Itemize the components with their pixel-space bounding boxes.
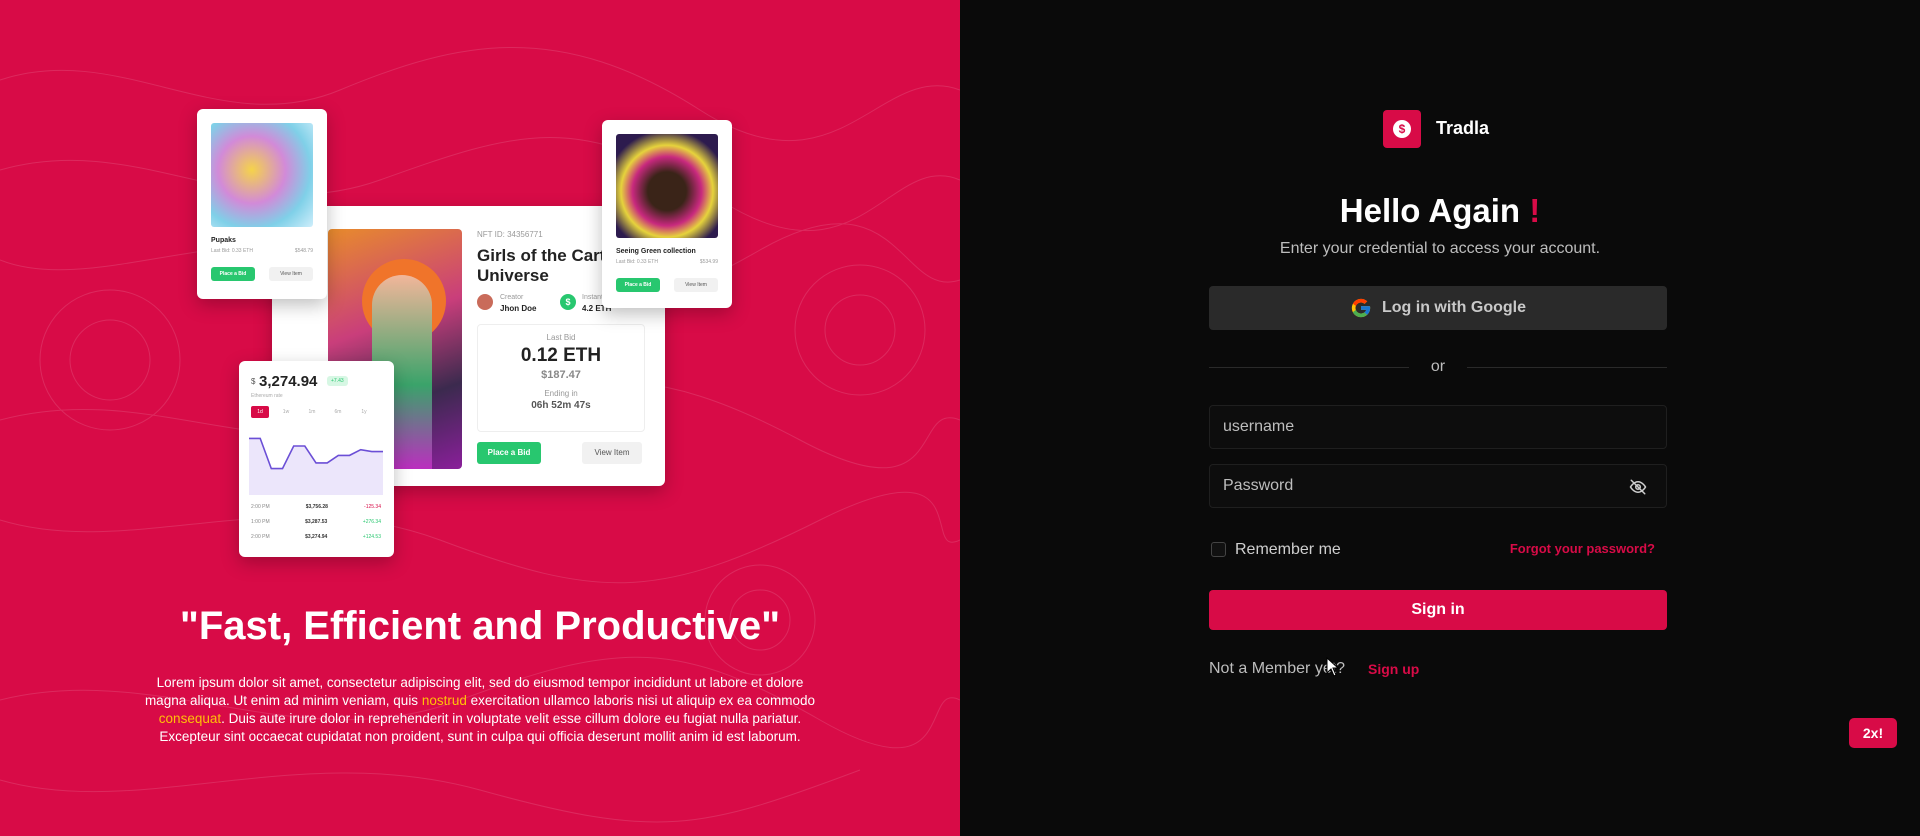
seeing-green-title: Seeing Green collection (616, 248, 696, 255)
showcase-panel: NFT ID: 34356771 Girls of the Cartoon Un… (0, 0, 960, 836)
price-row-time: 2:00 PM (251, 533, 270, 540)
graph-tab-1w[interactable]: 1w (277, 406, 295, 418)
sign-up-link[interactable]: Sign up (1368, 661, 1419, 677)
price-row: 2:00 PM $3,756.28 -125.34 (251, 499, 381, 514)
graph-tab-6m[interactable]: 6m (329, 406, 347, 418)
tagline-description: Lorem ipsum dolor sit amet, consectetur … (140, 674, 820, 746)
view-item-button[interactable]: View Item (582, 442, 642, 464)
price-row: 2:00 PM $3,274.94 +124.53 (251, 529, 381, 544)
graph-tab-1y[interactable]: 1y (355, 406, 373, 418)
google-login-label: Log in with Google (1382, 299, 1526, 316)
google-login-button[interactable]: Log in with Google (1209, 286, 1667, 330)
password-input[interactable] (1210, 465, 1666, 507)
price-row-time: 2:00 PM (251, 503, 270, 510)
remember-me-label: Remember me (1235, 541, 1341, 558)
or-divider-text: or (1430, 358, 1446, 375)
login-heading: Hello Again ! (960, 192, 1920, 230)
pupaks-title: Pupaks (211, 237, 236, 244)
seeing-green-value: $534.99 (699, 259, 718, 265)
price-row-value: $3,287.53 (305, 518, 328, 525)
mouse-cursor-icon (1326, 657, 1340, 677)
price-area (249, 438, 383, 495)
description-text-2: exercitation ullamco laboris nisi ut ali… (466, 693, 816, 708)
description-highlight-2: consequat (158, 711, 222, 726)
seeing-green-view-item-button[interactable]: View Item (674, 278, 718, 292)
price-row-time: 1:00 PM (251, 518, 270, 525)
last-bid-box: Last Bid 0.12 ETH $187.47 Ending in 06h … (477, 324, 645, 432)
login-subheading: Enter your credential to access your acc… (1279, 240, 1601, 257)
pupaks-last-bid: Last Bid: 0.33 ETH (211, 248, 253, 254)
price-row-value: $3,756.28 (305, 503, 328, 510)
zoom-badge[interactable]: 2x! (1849, 718, 1897, 748)
ethereum-icon: $ (560, 294, 576, 310)
graph-range-tabs: 1d 1w 1m 6m 1y (251, 406, 373, 418)
ending-value: 06h 52m 47s (531, 400, 591, 411)
pupaks-card: Pupaks Last Bid: 0.33 ETH $548.79 Place … (197, 109, 327, 299)
pupaks-value: $548.79 (294, 248, 313, 254)
last-bid-eth: 0.12 ETH (520, 345, 602, 366)
tagline-quote: "Fast, Efficient and Productive" (179, 604, 781, 648)
eye-off-icon[interactable] (1628, 478, 1648, 496)
remember-me-checkbox[interactable] (1211, 542, 1226, 557)
ending-label: Ending in (544, 389, 578, 398)
login-heading-mark: ! (1529, 192, 1541, 229)
seeing-green-artwork (616, 134, 718, 238)
divider-left (1209, 367, 1409, 368)
sign-in-button[interactable]: Sign in (1209, 590, 1667, 630)
brand-name: Tradla (1436, 118, 1490, 138)
divider-right (1467, 367, 1667, 368)
graph-value: 3,274.94 (259, 373, 318, 390)
creator-name: Jhon Doe (500, 304, 537, 313)
price-history-list: 2:00 PM $3,756.28 -125.34 1:00 PM $3,287.53… (251, 499, 381, 544)
price-row-change: +276.34 (362, 518, 381, 525)
password-field[interactable] (1209, 464, 1667, 508)
place-bid-button[interactable]: Place a Bid (477, 442, 541, 464)
google-icon (1351, 298, 1371, 318)
forgot-password-link[interactable]: Forgot your password? (1510, 541, 1655, 556)
brand-logo: $ (1383, 110, 1421, 148)
graph-tab-1m[interactable]: 1m (303, 406, 321, 418)
pupaks-artwork (211, 123, 313, 227)
seeing-green-last-bid: Last Bid: 0.33 ETH (616, 259, 658, 265)
description-text-3: . Duis aute irure dolor in reprehenderit… (159, 711, 802, 744)
seeing-green-place-bid-button[interactable]: Place a Bid (616, 278, 660, 292)
username-input[interactable] (1210, 406, 1666, 448)
graph-change-badge: +7.43 (327, 376, 348, 386)
creator-avatar (477, 294, 493, 310)
graph-tab-1d[interactable]: 1d (251, 406, 269, 418)
graph-currency: $ (251, 377, 256, 386)
nft-id: NFT ID: 34356771 (477, 230, 543, 239)
not-member-text: Not a Member yet? (1209, 660, 1346, 677)
creator-label: Creator (500, 294, 524, 301)
graph-subtitle: Ethereum rate (251, 393, 283, 399)
price-row-change: -125.34 (364, 503, 381, 510)
seeing-green-card: Seeing Green collection Last Bid: 0.33 E… (602, 120, 732, 308)
pupaks-place-bid-button[interactable]: Place a Bid (211, 267, 255, 281)
pupaks-view-item-button[interactable]: View Item (269, 267, 313, 281)
price-row: 1:00 PM $3,287.53 +276.34 (251, 514, 381, 529)
price-line-chart (249, 437, 383, 495)
login-heading-text: Hello Again (1339, 192, 1530, 229)
last-bid-usd: $187.47 (541, 369, 581, 381)
price-row-change: +124.53 (362, 533, 381, 540)
username-field[interactable] (1209, 405, 1667, 449)
price-graph-card: $ 3,274.94 +7.43 Ethereum rate 1d 1w 1m … (239, 361, 394, 557)
description-highlight-1: nostrud (421, 693, 467, 708)
dollar-coin-icon: $ (1393, 120, 1411, 138)
price-row-value: $3,274.94 (305, 533, 328, 540)
last-bid-label: Last Bid (546, 333, 576, 342)
